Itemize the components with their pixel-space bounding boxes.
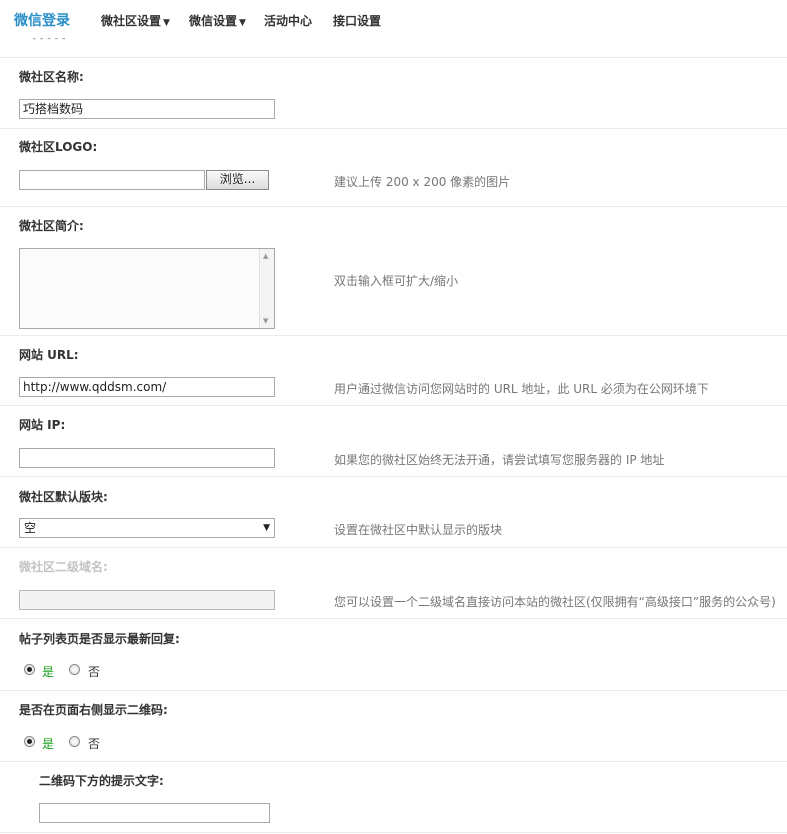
intro-label: 微社区简介: (19, 219, 84, 233)
show-qrcode-yes-label[interactable]: 是 (42, 735, 54, 752)
section-logo: 微社区LOGO: 浏览... 建议上传 200 x 200 像素的图片 (0, 129, 787, 207)
default-board-tip: 设置在微社区中默认显示的版块 (334, 523, 503, 537)
nav-wsq-settings-label: 微社区设置 (101, 14, 162, 28)
url-tip: 用户通过微信访问您网站时的 URL 地址，此 URL 必须为在公网环境下 (334, 382, 709, 396)
default-board-label: 微社区默认版块: (19, 490, 108, 504)
ip-label: 网站 IP: (19, 418, 66, 432)
section-name: 微社区名称: 巧搭档数码 (0, 57, 787, 129)
show-latest-reply-label: 帖子列表页是否显示最新回复: (19, 632, 180, 646)
section-subdomain: 微社区二级域名: 您可以设置一个二级域名直接访问本站的微社区(仅限拥有“高级接口… (0, 548, 787, 619)
logo-tip: 建议上传 200 x 200 像素的图片 (334, 175, 511, 189)
show-latest-reply-yes-radio[interactable] (24, 664, 35, 675)
textarea-scrollbar[interactable]: ▲ ▼ (259, 249, 274, 328)
show-qrcode-yes-radio[interactable] (24, 736, 35, 747)
default-board-value: 空 (24, 521, 37, 535)
section-show-latest-reply: 帖子列表页是否显示最新回复: 是 否 (0, 619, 787, 691)
logo-label: 微社区LOGO: (19, 140, 98, 154)
section-default-board: 微社区默认版块: 空 ▼ 设置在微社区中默认显示的版块 (0, 477, 787, 548)
top-nav-bar: 微信登录 微社区设置 ▼ 微信设置 ▼ 活动中心 接口设置 (0, 0, 787, 40)
subdomain-input[interactable] (19, 590, 275, 610)
section-show-qrcode: 是否在页面右侧显示二维码: 是 否 (0, 691, 787, 762)
qrcode-tip-label: 二维码下方的提示文字: (39, 774, 164, 788)
nav-wechat-settings-label: 微信设置 (189, 14, 238, 28)
show-qrcode-no-label[interactable]: 否 (88, 735, 100, 752)
subdomain-label: 微社区二级域名: (19, 560, 108, 574)
show-qrcode-no-radio[interactable] (69, 736, 80, 747)
scroll-down-icon[interactable]: ▼ (263, 317, 268, 325)
section-qrcode-tip: 二维码下方的提示文字: (0, 762, 787, 833)
subdomain-tip: 您可以设置一个二级域名直接访问本站的微社区(仅限拥有“高级接口”服务的公众号) (334, 595, 776, 609)
logo-file-input[interactable] (19, 170, 205, 190)
section-url: 网站 URL: http://www.qddsm.com/ 用户通过微信访问您网… (0, 336, 787, 406)
browse-button[interactable]: 浏览... (206, 170, 269, 190)
scroll-up-icon[interactable]: ▲ (263, 252, 268, 260)
chevron-down-icon: ▼ (239, 18, 246, 28)
show-latest-reply-no-radio[interactable] (69, 664, 80, 675)
intro-textarea[interactable]: ▲ ▼ (19, 248, 275, 329)
qrcode-tip-input[interactable] (39, 803, 270, 823)
chevron-down-icon: ▼ (263, 523, 270, 533)
section-intro: 微社区简介: ▲ ▼ 双击输入框可扩大/缩小 (0, 207, 787, 336)
nav-wsq-settings[interactable]: 微社区设置 ▼ (101, 12, 170, 29)
nav-api-settings[interactable]: 接口设置 (333, 12, 381, 29)
name-label: 微社区名称: (19, 70, 84, 84)
scrolled-off-content: ¯ ¯ ¯ ¯ ¯ (32, 38, 66, 46)
nav-activity-center[interactable]: 活动中心 (264, 12, 312, 29)
section-ip: 网站 IP: 如果您的微社区始终无法开通，请尝试填写您服务器的 IP 地址 (0, 406, 787, 477)
nav-wechat-settings[interactable]: 微信设置 ▼ (189, 12, 246, 29)
default-board-select[interactable]: 空 ▼ (19, 518, 275, 538)
name-input[interactable]: 巧搭档数码 (19, 99, 275, 119)
show-qrcode-label: 是否在页面右侧显示二维码: (19, 703, 168, 717)
show-latest-reply-yes-label[interactable]: 是 (42, 663, 54, 680)
url-label: 网站 URL: (19, 348, 79, 362)
chevron-down-icon: ▼ (163, 18, 170, 28)
intro-tip: 双击输入框可扩大/缩小 (334, 274, 459, 288)
brand-title[interactable]: 微信登录 (14, 10, 70, 30)
url-input[interactable]: http://www.qddsm.com/ (19, 377, 275, 397)
ip-input[interactable] (19, 448, 275, 468)
show-latest-reply-no-label[interactable]: 否 (88, 663, 100, 680)
ip-tip: 如果您的微社区始终无法开通，请尝试填写您服务器的 IP 地址 (334, 453, 665, 467)
